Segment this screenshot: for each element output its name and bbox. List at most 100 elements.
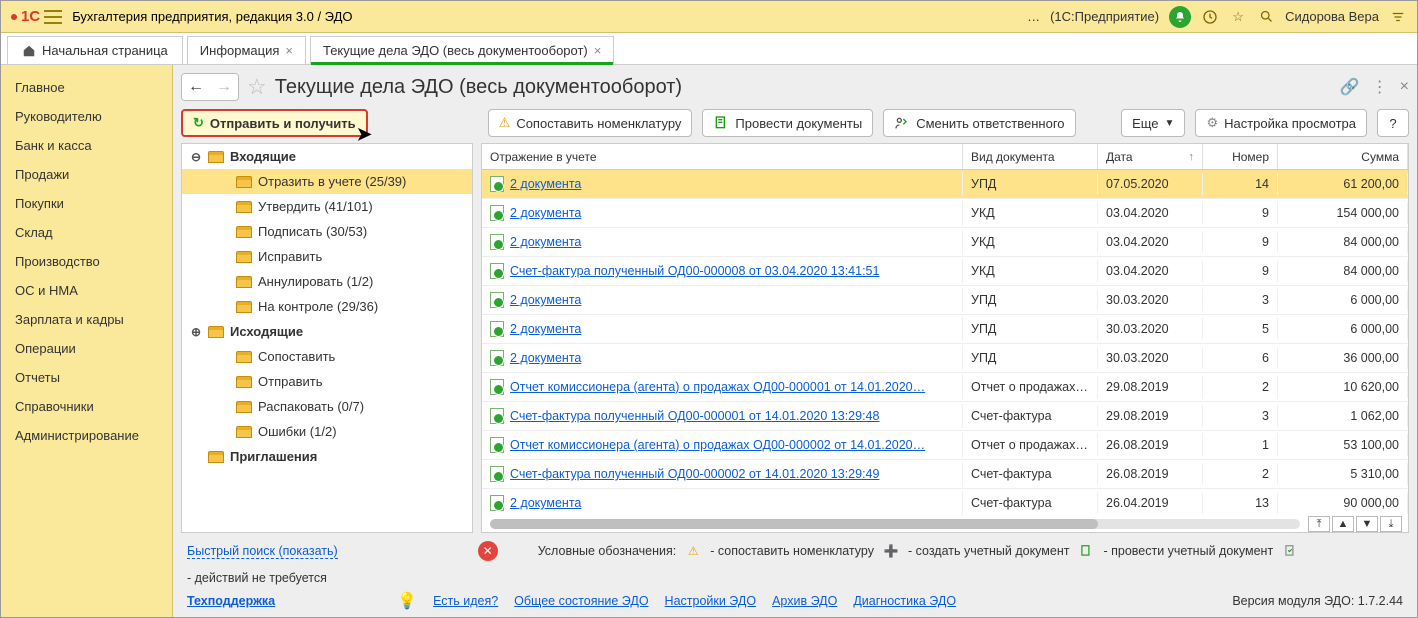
- button-label: Отправить и получить: [210, 116, 356, 131]
- nav-item[interactable]: Покупки: [1, 189, 172, 218]
- document-link[interactable]: Счет-фактура полученный ОД00-000002 от 1…: [510, 467, 879, 481]
- more-button[interactable]: Еще ▼: [1121, 109, 1185, 137]
- nav-item[interactable]: Продажи: [1, 160, 172, 189]
- tree-node[interactable]: Отразить в учете (25/39): [182, 169, 472, 194]
- table-row[interactable]: Счет-фактура полученный ОД00-000001 от 1…: [482, 402, 1408, 431]
- table-row[interactable]: 2 документаСчет-фактура26.04.20191390 00…: [482, 489, 1408, 516]
- clear-search-icon[interactable]: ✕: [478, 541, 498, 561]
- document-link[interactable]: Отчет комиссионера (агента) о продажах О…: [510, 438, 925, 452]
- link-icon[interactable]: 🔗: [1340, 77, 1360, 97]
- nav-item[interactable]: Производство: [1, 247, 172, 276]
- table-row[interactable]: Отчет комиссионера (агента) о продажах О…: [482, 431, 1408, 460]
- table-row[interactable]: Счет-фактура полученный ОД00-000008 от 0…: [482, 257, 1408, 286]
- favorite-star-icon[interactable]: ☆: [247, 74, 267, 100]
- view-settings-button[interactable]: ⚙ Настройка просмотра: [1195, 109, 1367, 137]
- tree-node[interactable]: На контроле (29/36): [182, 294, 472, 319]
- table-row[interactable]: 2 документаУПД30.03.202056 000,00: [482, 315, 1408, 344]
- table-row[interactable]: 2 документаУПД30.03.2020636 000,00: [482, 344, 1408, 373]
- tree-node[interactable]: Приглашения: [182, 444, 472, 469]
- tree-node[interactable]: ⊖Входящие: [182, 144, 472, 169]
- document-link[interactable]: 2 документа: [510, 322, 581, 336]
- tree-node[interactable]: Исправить: [182, 244, 472, 269]
- document-link[interactable]: 2 документа: [510, 206, 581, 220]
- nav-back-button[interactable]: ←: [182, 74, 210, 100]
- col-header-num[interactable]: Номер: [1203, 144, 1278, 169]
- tree-node[interactable]: Подписать (30/53): [182, 219, 472, 244]
- more-vert-icon[interactable]: ⋮: [1372, 77, 1388, 97]
- document-link[interactable]: Отчет комиссионера (агента) о продажах О…: [510, 380, 925, 394]
- tree-toggle-icon[interactable]: ⊕: [190, 325, 202, 339]
- support-link[interactable]: Техподдержка: [187, 594, 275, 608]
- table-row[interactable]: 2 документаУКД03.04.20209154 000,00: [482, 199, 1408, 228]
- tab-close-icon[interactable]: ×: [594, 43, 602, 58]
- tree-node[interactable]: Распаковать (0/7): [182, 394, 472, 419]
- favorites-star-icon[interactable]: ☆: [1229, 8, 1247, 26]
- page-first-icon[interactable]: ⤒: [1308, 516, 1330, 532]
- help-button[interactable]: ?: [1377, 109, 1409, 137]
- nav-item[interactable]: Отчеты: [1, 363, 172, 392]
- nav-item[interactable]: Главное: [1, 73, 172, 102]
- home-tab[interactable]: Начальная страница: [7, 36, 183, 64]
- tree-node[interactable]: ⊕Исходящие: [182, 319, 472, 344]
- tree-node[interactable]: Аннулировать (1/2): [182, 269, 472, 294]
- edo-diag-link[interactable]: Диагностика ЭДО: [853, 594, 956, 608]
- idea-link[interactable]: Есть идея?: [433, 594, 498, 608]
- document-link[interactable]: 2 документа: [510, 235, 581, 249]
- cell-date: 03.04.2020: [1098, 231, 1203, 253]
- table-row[interactable]: Счет-фактура полученный ОД00-000002 от 1…: [482, 460, 1408, 489]
- search-icon[interactable]: [1257, 8, 1275, 26]
- nav-item[interactable]: Администрирование: [1, 421, 172, 450]
- close-page-icon[interactable]: ×: [1400, 78, 1409, 96]
- document-link[interactable]: 2 документа: [510, 293, 581, 307]
- page-up-icon[interactable]: ▲: [1332, 516, 1354, 532]
- nav-item[interactable]: Зарплата и кадры: [1, 305, 172, 334]
- hamburger-icon[interactable]: [44, 10, 62, 24]
- document-link[interactable]: Счет-фактура полученный ОД00-000008 от 0…: [510, 264, 879, 278]
- nav-item[interactable]: ОС и НМА: [1, 276, 172, 305]
- table-row[interactable]: 2 документаУКД03.04.2020984 000,00: [482, 228, 1408, 257]
- tree-node[interactable]: Сопоставить: [182, 344, 472, 369]
- edo-archive-link[interactable]: Архив ЭДО: [772, 594, 837, 608]
- tree-node[interactable]: Ошибки (1/2): [182, 419, 472, 444]
- change-responsible-button[interactable]: Сменить ответственного: [883, 109, 1075, 137]
- home-tab-label: Начальная страница: [42, 43, 168, 58]
- post-documents-button[interactable]: Провести документы: [702, 109, 873, 137]
- tree-node[interactable]: Отправить: [182, 369, 472, 394]
- history-icon[interactable]: [1201, 8, 1219, 26]
- table-row[interactable]: 2 документаУПД30.03.202036 000,00: [482, 286, 1408, 315]
- table-row[interactable]: 2 документаУПД07.05.20201461 200,00: [482, 170, 1408, 199]
- quick-search-link[interactable]: Быстрый поиск (показать): [187, 544, 338, 559]
- col-header-type[interactable]: Вид документа: [963, 144, 1098, 169]
- tree-node[interactable]: Утвердить (41/101): [182, 194, 472, 219]
- match-nomenclature-button[interactable]: ⚠ Сопоставить номенклатуру: [488, 109, 693, 137]
- edo-overall-link[interactable]: Общее состояние ЭДО: [514, 594, 648, 608]
- document-link[interactable]: 2 документа: [510, 496, 581, 510]
- notifications-icon[interactable]: [1169, 6, 1191, 28]
- cell-number: 9: [1203, 260, 1278, 282]
- edo-settings-link[interactable]: Настройки ЭДО: [665, 594, 757, 608]
- col-header-sum[interactable]: Сумма: [1278, 144, 1408, 169]
- cell-doc-type: Отчет о продажах…: [963, 376, 1098, 398]
- nav-item[interactable]: Банк и касса: [1, 131, 172, 160]
- nav-item[interactable]: Справочники: [1, 392, 172, 421]
- col-header-date[interactable]: Дата: [1098, 144, 1203, 169]
- table-row[interactable]: Отчет комиссионера (агента) о продажах О…: [482, 373, 1408, 402]
- page-down-icon[interactable]: ▼: [1356, 516, 1378, 532]
- send-receive-button[interactable]: ↻ Отправить и получить ➤: [181, 109, 368, 137]
- nav-item[interactable]: Склад: [1, 218, 172, 247]
- page-last-icon[interactable]: ⤓: [1380, 516, 1402, 532]
- document-link[interactable]: 2 документа: [510, 351, 581, 365]
- tree-toggle-icon[interactable]: ⊖: [190, 150, 202, 164]
- tab-info[interactable]: Информация ×: [187, 36, 306, 64]
- document-link[interactable]: 2 документа: [510, 177, 581, 191]
- document-link[interactable]: Счет-фактура полученный ОД00-000001 от 1…: [510, 409, 879, 423]
- panel-menu-icon[interactable]: [1389, 8, 1407, 26]
- current-user[interactable]: Сидорова Вера: [1285, 9, 1379, 24]
- tab-edo-matters[interactable]: Текущие дела ЭДО (весь документооборот) …: [310, 36, 614, 64]
- nav-item[interactable]: Руководителю: [1, 102, 172, 131]
- col-header-name[interactable]: Отражение в учете: [482, 144, 963, 169]
- horizontal-scrollbar[interactable]: [490, 519, 1300, 529]
- folder-icon: [236, 301, 252, 313]
- tab-close-icon[interactable]: ×: [285, 43, 293, 58]
- nav-item[interactable]: Операции: [1, 334, 172, 363]
